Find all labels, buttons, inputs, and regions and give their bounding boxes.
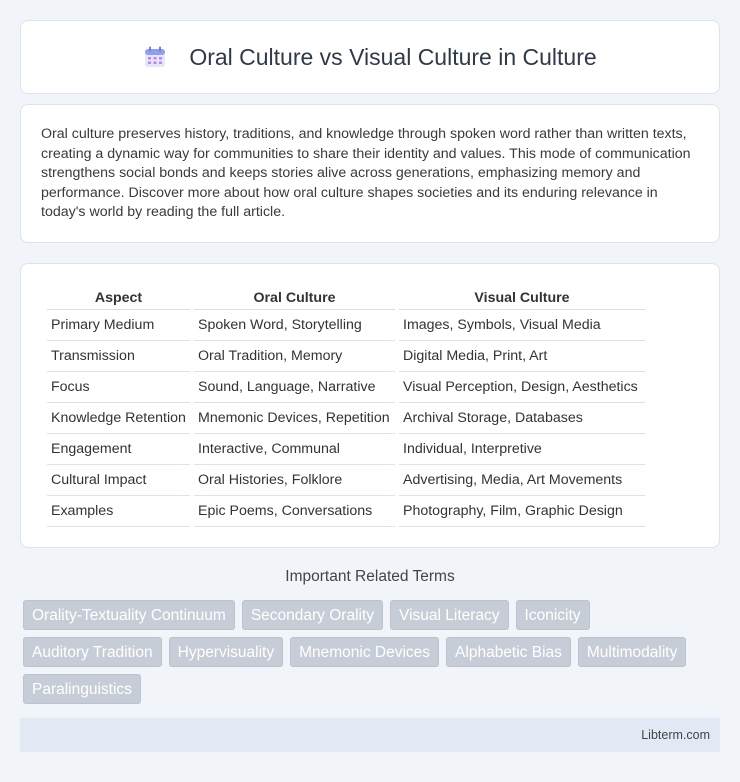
related-term-tag[interactable]: Mnemonic Devices bbox=[290, 637, 440, 667]
table-cell: Oral Histories, Folklore bbox=[194, 465, 395, 496]
table-row: Knowledge Retention Mnemonic Devices, Rep… bbox=[47, 403, 645, 434]
table-row: Primary Medium Spoken Word, Storytelling I… bbox=[47, 310, 645, 341]
comparison-table: Aspect Oral Culture Visual Culture Prima… bbox=[43, 284, 649, 527]
table-cell: Mnemonic Devices, Repetition bbox=[194, 403, 395, 434]
related-term-tag[interactable]: Alphabetic Bias bbox=[446, 637, 571, 667]
table-cell: Focus bbox=[47, 372, 190, 403]
table-cell: Cultural Impact bbox=[47, 465, 190, 496]
table-cell: Epic Poems, Conversations bbox=[194, 496, 395, 527]
table-row: Transmission Oral Tradition, Memory Digita… bbox=[47, 341, 645, 372]
related-term-tag[interactable]: Multimodality bbox=[577, 637, 687, 667]
related-term-tag[interactable]: Auditory Tradition bbox=[23, 637, 162, 667]
related-term-tag[interactable]: Hypervisuality bbox=[168, 637, 284, 667]
table-cell: Oral Tradition, Memory bbox=[194, 341, 395, 372]
table-cell: Digital Media, Print, Art bbox=[399, 341, 645, 372]
related-term-tag[interactable]: Orality-Textuality Continuum bbox=[23, 600, 235, 630]
table-cell: Examples bbox=[47, 496, 190, 527]
related-term-tag[interactable]: Iconicity bbox=[515, 600, 590, 630]
related-terms-title: Important Related Terms bbox=[285, 568, 455, 585]
related-terms-list: Orality-Textuality Continuum Secondary Or… bbox=[23, 600, 713, 704]
related-term-tag[interactable]: Secondary Orality bbox=[241, 600, 384, 630]
column-header: Visual Culture bbox=[399, 284, 645, 310]
table-cell: Sound, Language, Narrative bbox=[194, 372, 395, 403]
calendar-icon bbox=[145, 46, 166, 67]
table-cell: Images, Symbols, Visual Media bbox=[399, 310, 645, 341]
table-row: Focus Sound, Language, Narrative Visual Pe… bbox=[47, 372, 645, 403]
table-row: Examples Epic Poems, Conversations Photogr… bbox=[47, 496, 645, 527]
table-cell: Individual, Interpretive bbox=[399, 434, 645, 465]
intro-text: Oral culture preserves history, traditio… bbox=[41, 126, 691, 221]
related-term-tag[interactable]: Visual Literacy bbox=[390, 600, 509, 630]
related-term-tag[interactable]: Paralinguistics bbox=[23, 674, 141, 704]
intro-card: Oral culture preserves history, traditio… bbox=[20, 104, 720, 243]
table-cell: Engagement bbox=[47, 434, 190, 465]
column-header: Aspect bbox=[47, 284, 190, 310]
table-cell: Knowledge Retention bbox=[47, 403, 190, 434]
table-cell: Archival Storage, Databases bbox=[399, 403, 645, 434]
header-card: Oral Culture vs Visual Culture in Cultur… bbox=[20, 20, 720, 94]
comparison-table-card: Aspect Oral Culture Visual Culture Prima… bbox=[20, 263, 720, 548]
table-cell: Primary Medium bbox=[47, 310, 190, 341]
footer-brand[interactable]: Libterm.com bbox=[641, 728, 710, 742]
column-header: Oral Culture bbox=[194, 284, 395, 310]
footer: Libterm.com bbox=[20, 718, 720, 752]
table-header-row: Aspect Oral Culture Visual Culture bbox=[47, 284, 645, 310]
table-row: Cultural Impact Oral Histories, Folklore A… bbox=[47, 465, 645, 496]
table-cell: Interactive, Communal bbox=[194, 434, 395, 465]
table-cell: Photography, Film, Graphic Design bbox=[399, 496, 645, 527]
table-cell: Transmission bbox=[47, 341, 190, 372]
table-row: Engagement Interactive, Communal Individua… bbox=[47, 434, 645, 465]
page-title: Oral Culture vs Visual Culture in Cultur… bbox=[189, 43, 597, 70]
table-cell: Visual Perception, Design, Aesthetics bbox=[399, 372, 645, 403]
table-cell: Spoken Word, Storytelling bbox=[194, 310, 395, 341]
table-cell: Advertising, Media, Art Movements bbox=[399, 465, 645, 496]
